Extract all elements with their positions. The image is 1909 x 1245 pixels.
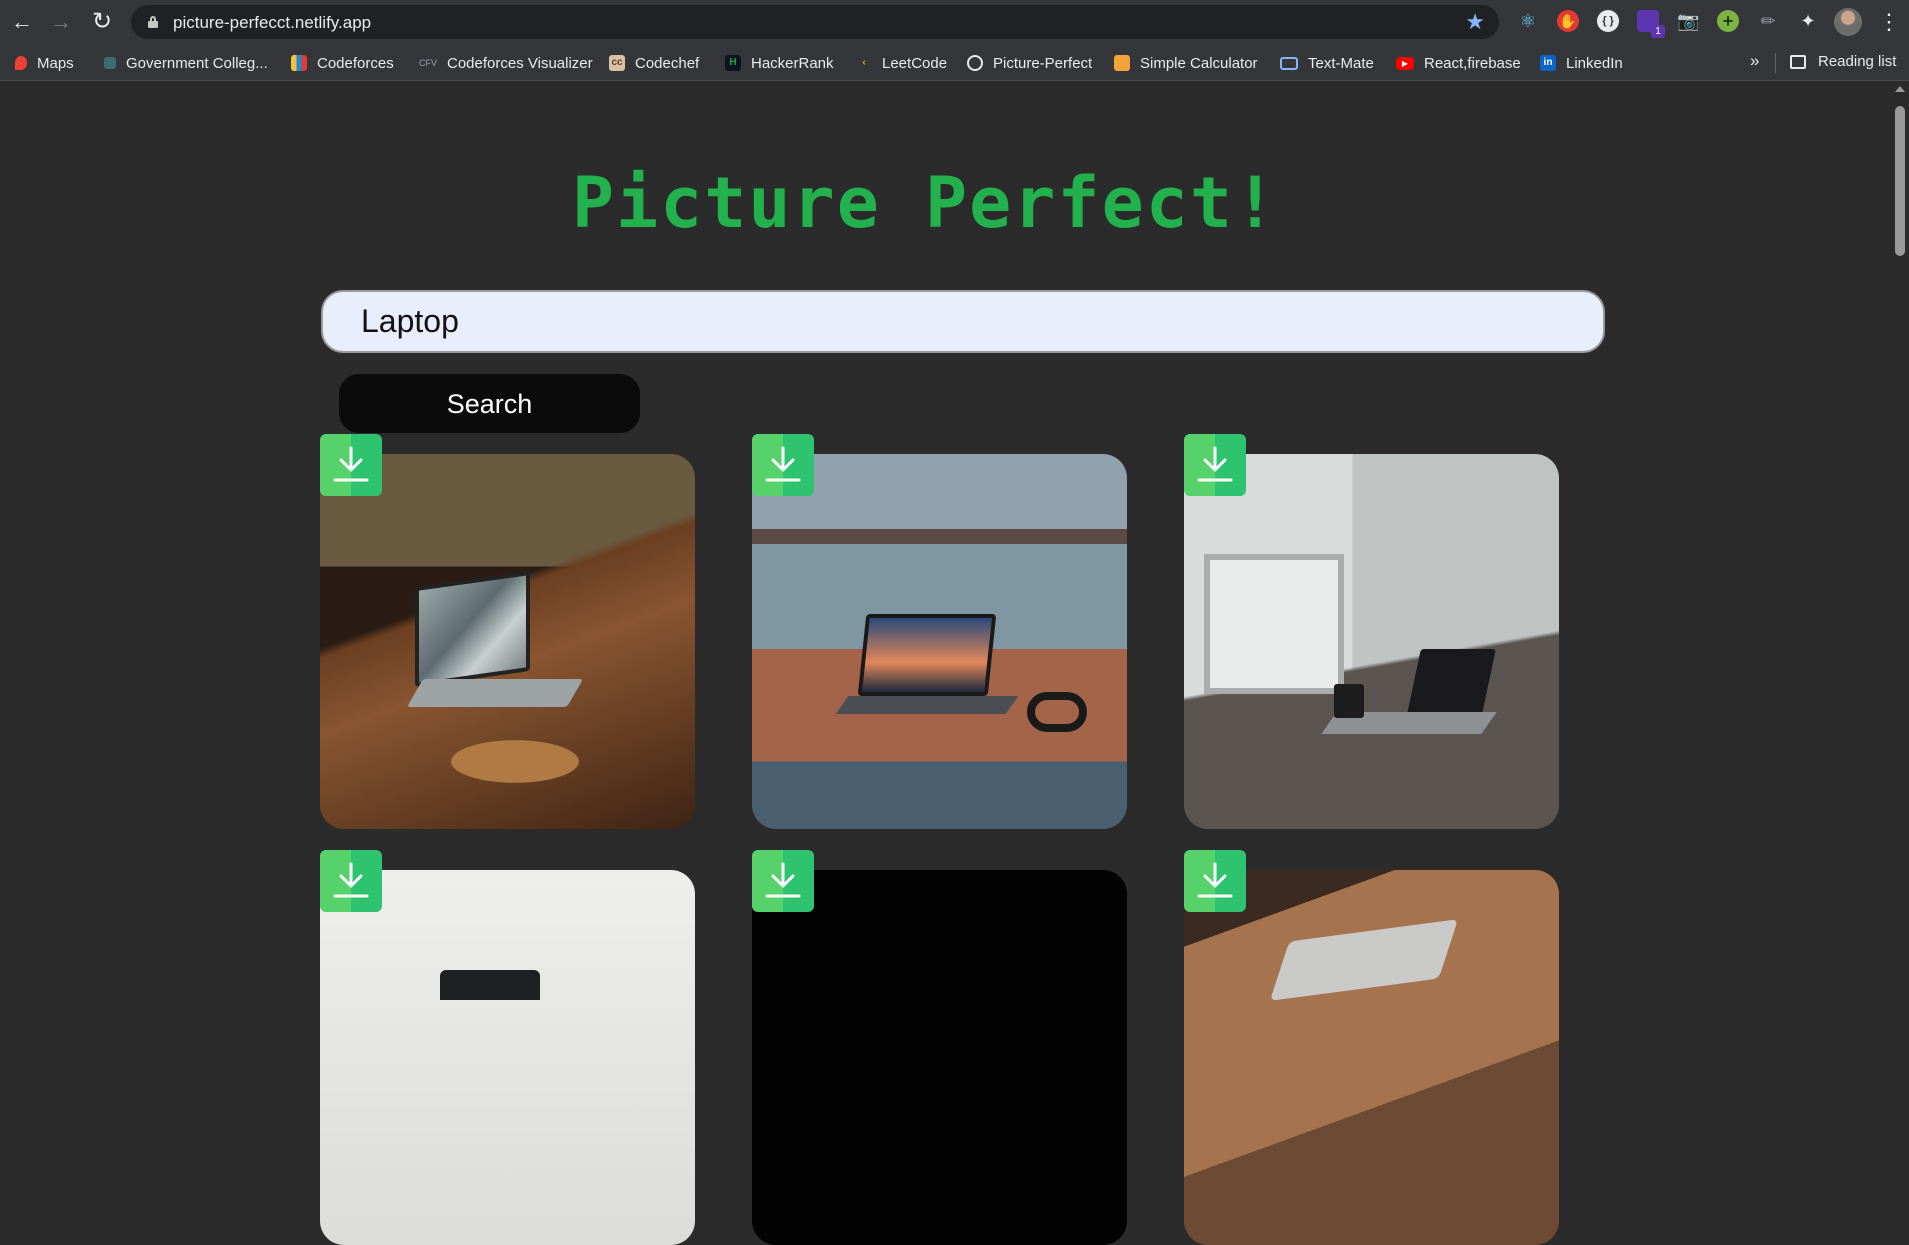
- bookmark-text-mate[interactable]: Text-Mate: [1280, 53, 1374, 73]
- codeforces-icon: [291, 55, 307, 71]
- youtube-icon: ▶: [1396, 56, 1414, 70]
- maps-pin-icon: [15, 56, 27, 70]
- pen-icon[interactable]: ✏: [1757, 10, 1779, 32]
- bookmark-label: Picture-Perfect: [993, 54, 1093, 72]
- scrollbar-thumb[interactable]: [1895, 106, 1905, 256]
- url-text[interactable]: picture-perfecct.netlify.app: [173, 13, 371, 33]
- bookmarks-overflow-icon[interactable]: »: [1750, 51, 1759, 71]
- download-icon: [1197, 862, 1233, 898]
- cfv-icon: CFV: [419, 58, 437, 68]
- college-icon: [104, 57, 116, 69]
- bookmark-maps[interactable]: Maps: [15, 53, 74, 73]
- page-title: Picture Perfect!: [571, 162, 1279, 244]
- bookmark-simple-calculator[interactable]: Simple Calculator: [1114, 53, 1258, 73]
- globe-icon: [967, 55, 983, 71]
- download-icon: [765, 862, 801, 898]
- json-formatter-icon[interactable]: { }: [1597, 10, 1619, 32]
- search-input[interactable]: [321, 290, 1605, 353]
- profile-avatar[interactable]: [1834, 8, 1862, 36]
- lock-icon[interactable]: [148, 16, 158, 28]
- reading-list-button[interactable]: Reading list: [1790, 53, 1896, 70]
- bookmark-label: Codeforces: [317, 54, 394, 72]
- textmate-icon: [1280, 56, 1298, 70]
- laptop-screen: [1407, 649, 1496, 714]
- headphones: [1027, 692, 1087, 732]
- image-card[interactable]: [752, 454, 1127, 829]
- browser-toolbar: ← → ↻ picture-perfecct.netlify.app ★ ⚛ ✋…: [0, 0, 1909, 45]
- leetcode-icon: ‹: [862, 57, 866, 68]
- puzzle-extensions-icon[interactable]: ✦: [1797, 10, 1819, 32]
- bookmark-star-icon[interactable]: ★: [1465, 9, 1485, 35]
- image-card[interactable]: [320, 454, 695, 829]
- download-button[interactable]: [1184, 850, 1246, 912]
- window: [1204, 554, 1344, 694]
- kebab-menu-icon[interactable]: ⋮: [1878, 9, 1900, 35]
- page-scrollbar[interactable]: [1890, 82, 1909, 989]
- codechef-icon: cc: [609, 55, 625, 71]
- back-arrow-icon[interactable]: ←: [9, 9, 35, 35]
- bookmark-codeforces-visualizer[interactable]: CFV Codeforces Visualizer: [419, 53, 593, 73]
- mug: [1334, 684, 1364, 718]
- search-button[interactable]: Search: [339, 374, 640, 433]
- bookmark-label: Codechef: [635, 54, 700, 72]
- bookmark-label: Maps: [37, 54, 74, 72]
- laptop-screen: [857, 614, 997, 696]
- bookmark-linkedin[interactable]: in LinkedIn: [1540, 53, 1623, 73]
- laptop-base: [835, 696, 1019, 714]
- page-content: Picture Perfect! Search: [0, 82, 1890, 1245]
- camera-icon[interactable]: 📷: [1677, 10, 1699, 32]
- hackerrank-icon: H: [725, 55, 741, 71]
- bookmark-label: LinkedIn: [1566, 54, 1623, 72]
- adblock-hand-icon[interactable]: ✋: [1557, 10, 1579, 32]
- download-button[interactable]: [752, 434, 814, 496]
- download-icon: [333, 862, 369, 898]
- image-card[interactable]: [752, 870, 1127, 1245]
- download-icon: [1197, 446, 1233, 482]
- image-card[interactable]: [1184, 454, 1559, 829]
- reading-list-label: Reading list: [1818, 53, 1897, 70]
- laptop-base: [406, 679, 584, 707]
- bookmark-label: Government Colleg...: [126, 54, 268, 72]
- bookmark-codechef[interactable]: cc Codechef: [609, 53, 699, 73]
- bookmarks-divider: [1775, 53, 1776, 73]
- download-button[interactable]: [320, 850, 382, 912]
- linkedin-icon: in: [1540, 55, 1556, 71]
- download-icon: [333, 446, 369, 482]
- bookmark-picture-perfect[interactable]: Picture-Perfect: [967, 53, 1092, 73]
- reload-icon[interactable]: ↻: [89, 9, 115, 35]
- address-bar[interactable]: picture-perfecct.netlify.app ★: [131, 5, 1499, 39]
- bookmark-label: Text-Mate: [1308, 54, 1374, 72]
- react-devtools-icon[interactable]: ⚛: [1517, 10, 1539, 32]
- forward-arrow-icon[interactable]: →: [48, 9, 74, 35]
- bookmark-react-firebase[interactable]: ▶ React,firebase: [1396, 53, 1521, 73]
- laptop-screen: [415, 570, 530, 688]
- bookmark-government-college[interactable]: Government Colleg...: [104, 53, 268, 73]
- download-button[interactable]: [1184, 434, 1246, 496]
- download-button[interactable]: [752, 850, 814, 912]
- download-icon: [765, 446, 801, 482]
- image-card[interactable]: [320, 870, 695, 1245]
- bookmark-codeforces[interactable]: Codeforces: [291, 53, 394, 73]
- image-card[interactable]: [1184, 870, 1559, 1245]
- laptop-screen: [440, 970, 540, 1000]
- bookmark-label: HackerRank: [751, 54, 834, 72]
- bookmark-label: LeetCode: [882, 54, 948, 72]
- bookmark-hackerrank[interactable]: H HackerRank: [725, 53, 834, 73]
- calculator-icon: [1114, 55, 1130, 71]
- bookmark-leetcode[interactable]: ‹ LeetCode: [856, 53, 947, 73]
- scroll-up-arrow-icon[interactable]: [1895, 86, 1905, 92]
- bookmark-label: Simple Calculator: [1140, 54, 1258, 72]
- bookmark-label: React,firebase: [1424, 54, 1521, 72]
- add-green-icon[interactable]: +: [1717, 10, 1739, 32]
- download-button[interactable]: [320, 434, 382, 496]
- extension-badge: 1: [1651, 25, 1665, 38]
- reading-list-icon: [1790, 54, 1806, 69]
- bookmark-label: Codeforces Visualizer: [447, 54, 593, 72]
